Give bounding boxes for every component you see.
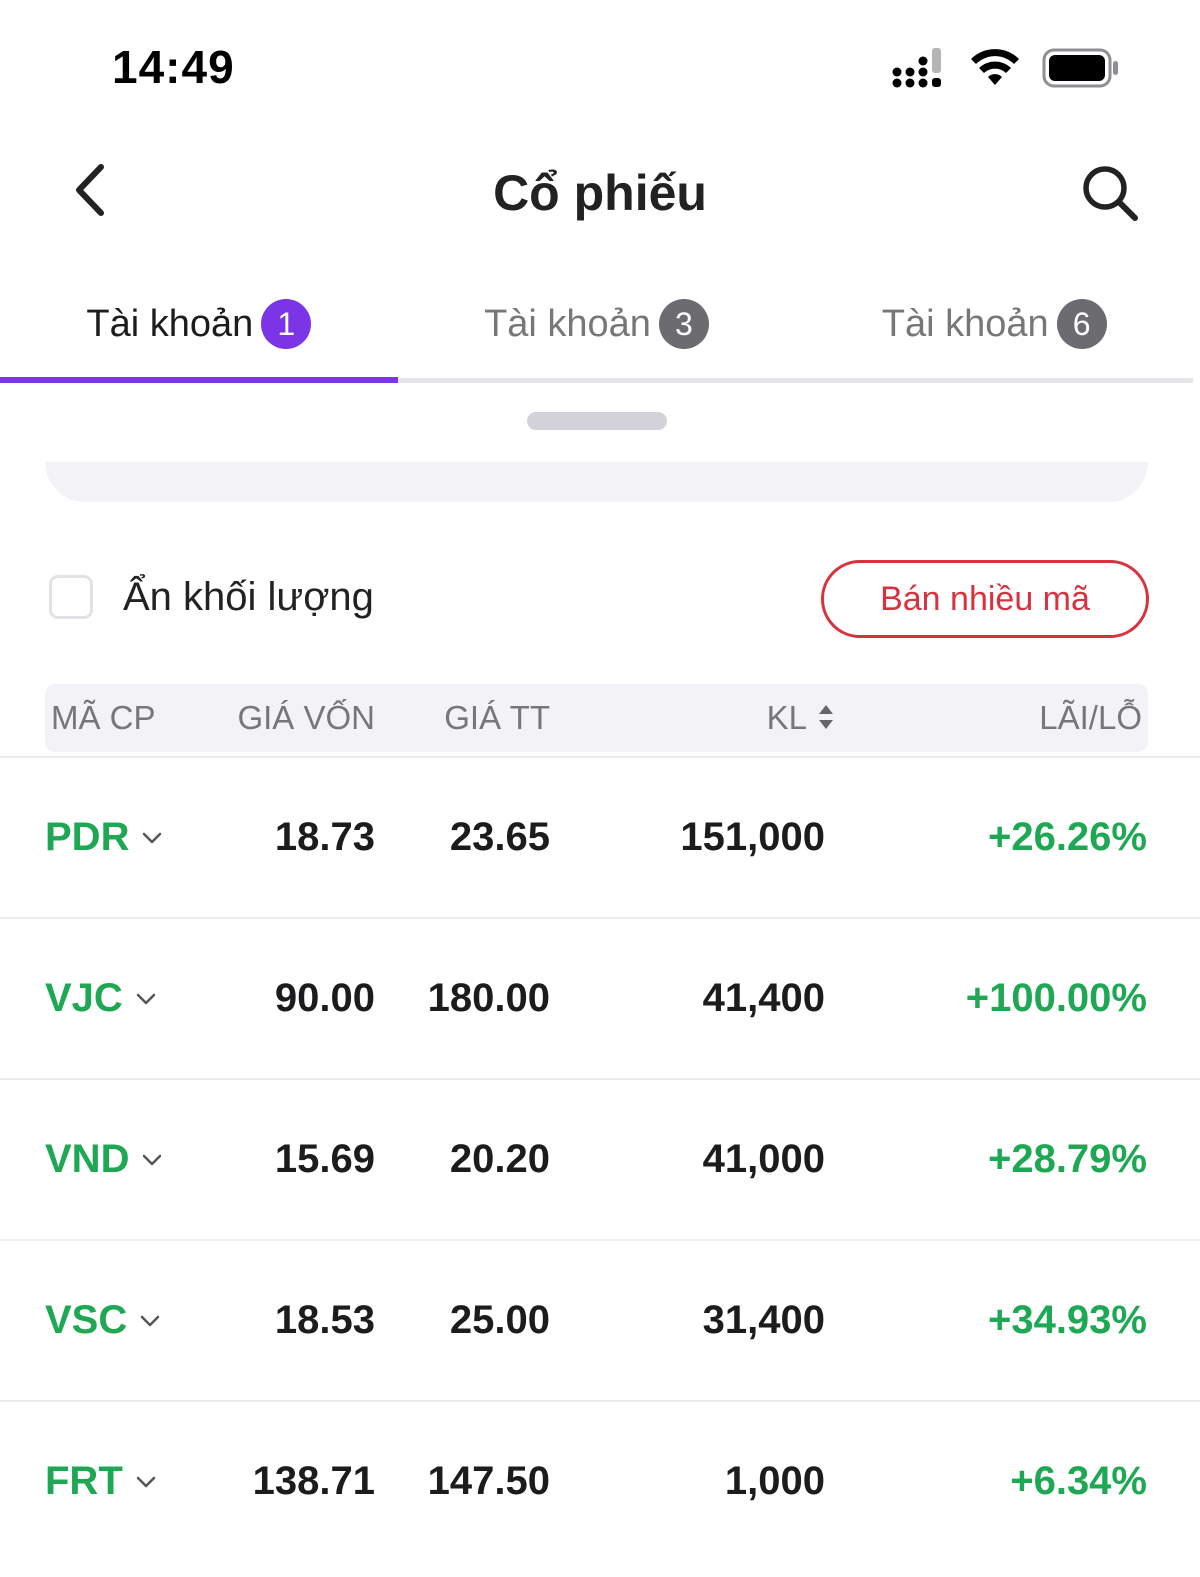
row-symbol[interactable]: VJC: [45, 919, 157, 1078]
nav-bar: Cổ phiếu: [0, 150, 1200, 240]
symbol-label: VND: [45, 1137, 130, 1181]
row-cost-price: 90.00: [274, 976, 375, 1020]
row-volume: 31,400: [702, 1298, 825, 1342]
cellular-signal-icon: [892, 48, 948, 88]
chevron-down-icon: [141, 831, 163, 845]
symbol-label: VJC: [45, 976, 123, 1020]
tab-label: Tài khoản: [881, 302, 1049, 345]
tab-badge: 3: [658, 299, 709, 349]
row-volume: 151,000: [680, 815, 825, 859]
row-cost-price: 138.71: [252, 1459, 375, 1503]
row-symbol[interactable]: VND: [45, 1080, 163, 1239]
sort-icon: [817, 686, 835, 754]
row-volume: 41,400: [702, 976, 825, 1020]
table-row[interactable]: VND 15.69 20.20 41,000 +28.79%: [0, 1078, 1200, 1239]
row-market-price: 23.65: [449, 815, 550, 859]
status-time: 14:49: [112, 41, 235, 93]
header-pnl: LÃI/LỖ: [1039, 699, 1142, 736]
header-symbol: MÃ CP: [51, 699, 156, 736]
tab-account-1[interactable]: Tài khoản 1: [0, 270, 398, 383]
row-pnl: +26.26%: [987, 815, 1147, 859]
row-volume: 41,000: [702, 1137, 825, 1181]
header-volume-label: KL: [766, 699, 807, 736]
row-market-price: 180.00: [427, 976, 550, 1020]
tab-account-6[interactable]: Tài khoản 6: [795, 270, 1193, 378]
row-symbol[interactable]: VSC: [45, 1241, 161, 1400]
sheet-drag-handle[interactable]: [527, 412, 667, 430]
row-market-price: 20.20: [449, 1137, 550, 1181]
wifi-icon: [970, 49, 1020, 87]
holdings-list: PDR 18.73 23.65 151,000 +26.26% VJC 90.0…: [0, 756, 1200, 1561]
sell-multiple-button[interactable]: Bán nhiều mã: [821, 560, 1149, 638]
tab-account-3[interactable]: Tài khoản 3: [398, 270, 796, 378]
header-market-price: GIÁ TT: [444, 699, 550, 736]
row-cost-price: 18.73: [274, 815, 375, 859]
row-pnl: +34.93%: [987, 1298, 1147, 1342]
row-cost-price: 18.53: [274, 1298, 375, 1342]
chevron-down-icon: [141, 1153, 163, 1167]
table-row[interactable]: VJC 90.00 180.00 41,400 +100.00%: [0, 917, 1200, 1078]
chevron-down-icon: [139, 1314, 161, 1328]
options-row: Ẩn khối lượng Bán nhiều mã: [0, 555, 1200, 645]
table-row[interactable]: VSC 18.53 25.00 31,400 +34.93%: [0, 1239, 1200, 1400]
row-cost-price: 15.69: [274, 1137, 375, 1181]
header-cost-price: GIÁ VỐN: [237, 699, 375, 736]
chevron-down-icon: [135, 992, 157, 1006]
search-icon: [1080, 163, 1140, 228]
row-pnl: +28.79%: [987, 1137, 1147, 1181]
search-button[interactable]: [1075, 160, 1145, 230]
header-volume-sort[interactable]: KL: [645, 684, 835, 752]
table-row[interactable]: FRT 138.71 147.50 1,000 +6.34%: [0, 1400, 1200, 1561]
hide-volume-label: Ẩn khối lượng: [123, 575, 374, 619]
table-header: MÃ CP GIÁ VỐN GIÁ TT KL LÃI/LỖ: [45, 684, 1148, 752]
row-market-price: 25.00: [449, 1298, 550, 1342]
status-bar: 14:49: [0, 0, 1200, 130]
tab-badge: 6: [1056, 299, 1107, 349]
tab-label: Tài khoản: [484, 302, 651, 345]
tab-label: Tài khoản: [86, 302, 254, 345]
row-pnl: +100.00%: [965, 976, 1147, 1020]
symbol-label: VSC: [45, 1298, 128, 1342]
row-market-price: 147.50: [427, 1459, 550, 1503]
row-symbol[interactable]: PDR: [45, 758, 163, 917]
status-icons: [892, 46, 1120, 90]
row-symbol[interactable]: FRT: [45, 1402, 157, 1561]
account-tabs: Tài khoản 1 Tài khoản 3 Tài khoản 6: [0, 270, 1193, 383]
hide-volume-checkbox[interactable]: [49, 575, 93, 619]
symbol-label: FRT: [45, 1459, 123, 1503]
tab-badge: 1: [261, 299, 312, 349]
battery-icon: [1042, 48, 1120, 88]
chevron-down-icon: [135, 1475, 157, 1489]
page-title: Cổ phiếu: [493, 165, 707, 221]
symbol-label: PDR: [45, 815, 130, 859]
row-pnl: +6.34%: [1010, 1459, 1147, 1503]
table-row[interactable]: PDR 18.73 23.65 151,000 +26.26%: [0, 756, 1200, 917]
row-volume: 1,000: [724, 1459, 825, 1503]
collapsed-summary-card: [45, 462, 1148, 502]
